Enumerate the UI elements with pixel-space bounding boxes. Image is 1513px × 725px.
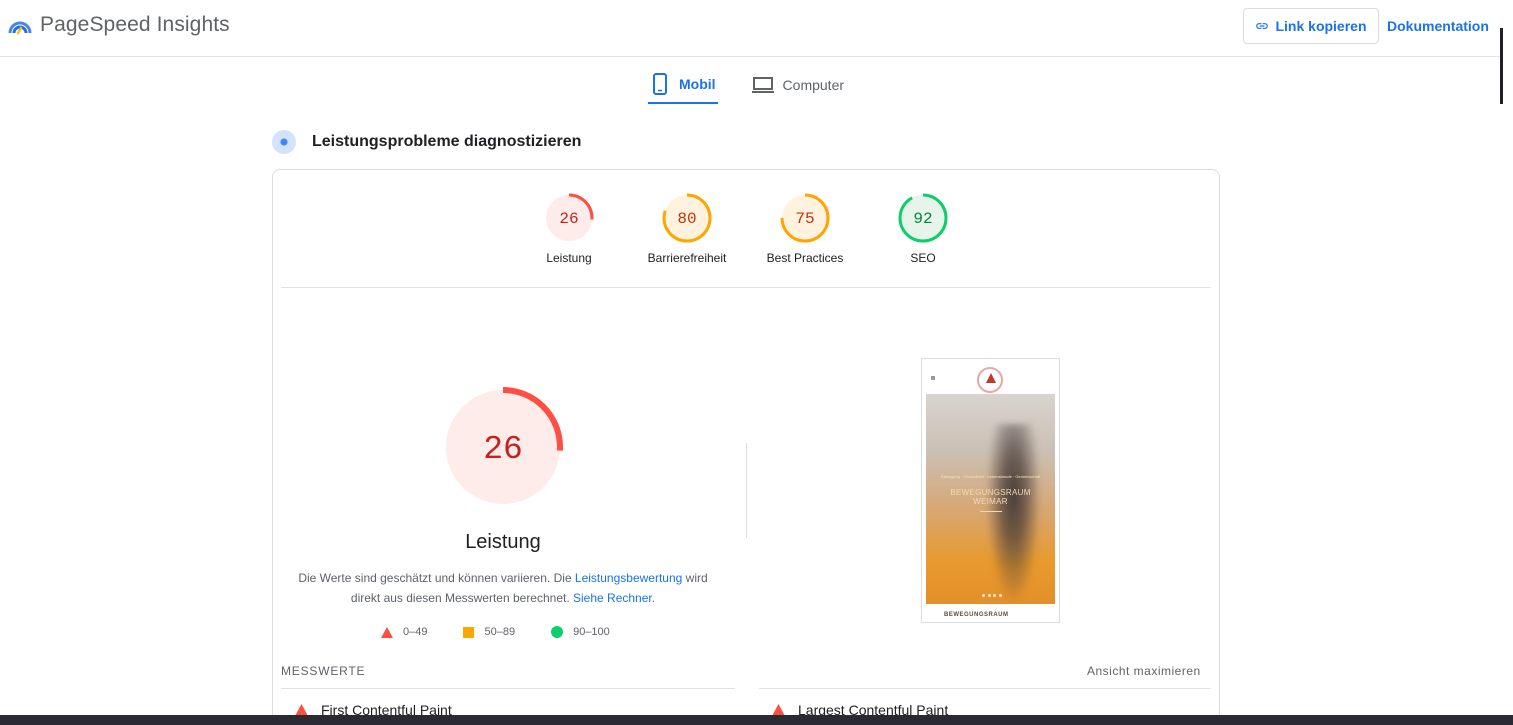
preview-heading: BEWEGUNGSRAUM WEIMAR <box>926 488 1055 506</box>
gauge-best-practices-label: Best Practices <box>766 251 844 265</box>
score-gauges: 26 Leistung 80 Barrierefreiheit 75 Best <box>273 170 1219 287</box>
preview-small-text: Bewegung · Gesundheit · Lebensfreude · G… <box>940 474 1041 479</box>
desc-text-1: Die Werte sind geschätzt und können vari… <box>298 571 575 585</box>
maximize-view-toggle[interactable]: Ansicht maximieren <box>1087 664 1201 678</box>
app-title: PageSpeed Insights <box>40 13 230 36</box>
metrics-divider-right <box>759 688 1211 689</box>
calculator-link[interactable]: Siehe Rechner <box>573 591 652 605</box>
device-tabs: Mobil Computer <box>648 66 878 106</box>
preview-heading-line2: WEIMAR <box>973 497 1008 506</box>
vertical-divider <box>746 443 747 538</box>
preview-underline <box>980 511 1002 512</box>
gauge-accessibility-ring: 80 <box>662 193 712 243</box>
gauge-best-practices-value: 75 <box>795 210 814 228</box>
score-legend: 0–49 50–89 90–100 <box>381 626 646 638</box>
smartphone-icon <box>653 73 667 95</box>
legend-average-range: 50–89 <box>484 626 516 638</box>
top-header: PageSpeed Insights Link kopieren Dokumen… <box>0 0 1500 57</box>
legend-good: 90–100 <box>551 626 610 638</box>
big-performance-title: Leistung <box>465 531 541 553</box>
green-circle-icon <box>551 626 564 638</box>
scrollbar-thumb[interactable] <box>1500 28 1503 104</box>
gauge-performance[interactable]: 26 Leistung <box>519 192 619 265</box>
gauge-performance-label: Leistung <box>546 251 592 265</box>
gauge-seo-value: 92 <box>913 210 932 228</box>
docs-link[interactable]: Dokumentation <box>1387 18 1489 34</box>
gauge-seo-label: SEO <box>910 251 936 265</box>
tab-desktop-label: Computer <box>782 77 845 93</box>
desc-text-3: . <box>651 591 656 605</box>
score-description: Die Werte sind geschätzt und können vari… <box>298 568 708 608</box>
gauge-accessibility-label: Barrierefreiheit <box>647 251 727 265</box>
report-card: 26 Leistung 80 Barrierefreiheit 75 Best <box>272 169 1220 725</box>
copy-link-label: Link kopieren <box>1275 18 1367 34</box>
legend-good-range: 90–100 <box>573 626 610 638</box>
metrics-section-label: MESSWERTE <box>281 664 366 678</box>
gauge-accessibility-value: 80 <box>677 210 696 228</box>
tab-desktop[interactable]: Computer <box>750 66 846 104</box>
diagnose-section-header: Leistungsprobleme diagnostizieren <box>272 130 581 154</box>
tab-mobile-label: Mobil <box>679 76 716 92</box>
preview-hero-image: Bewegung · Gesundheit · Lebensfreude · G… <box>926 394 1055 604</box>
metrics-divider-left <box>281 688 735 689</box>
orange-square-icon <box>463 626 475 638</box>
legend-average: 50–89 <box>463 626 515 638</box>
gauge-performance-ring: 26 <box>544 193 594 243</box>
preview-figure <box>986 424 1041 604</box>
preview-carousel-dots <box>982 594 1002 597</box>
gauge-seo[interactable]: 92 SEO <box>873 192 973 265</box>
preview-logo <box>977 367 1003 393</box>
tab-mobile[interactable]: Mobil <box>648 66 718 104</box>
laptop-icon <box>751 77 774 93</box>
scrollbar[interactable] <box>1500 0 1513 715</box>
preview-heading-line1: BEWEGUNGSRAUM <box>950 488 1031 497</box>
gauge-seo-ring: 92 <box>898 193 948 243</box>
preview-menu-icon <box>931 376 935 380</box>
big-performance-gauge: 26 <box>443 387 563 507</box>
big-performance-value: 26 <box>483 431 523 468</box>
app-logo[interactable]: PageSpeed Insights <box>8 13 230 37</box>
section-title: Leistungsprobleme diagnostizieren <box>312 133 582 150</box>
link-icon <box>1256 23 1269 29</box>
gauge-performance-value: 26 <box>559 210 578 228</box>
copy-link-button[interactable]: Link kopieren <box>1243 8 1379 44</box>
page-screenshot-preview: Bewegung · Gesundheit · Lebensfreude · G… <box>921 358 1060 623</box>
page: PageSpeed Insights Link kopieren Dokumen… <box>0 0 1513 725</box>
gauge-best-practices[interactable]: 75 Best Practices <box>755 192 855 265</box>
gauge-best-practices-ring: 75 <box>780 193 830 243</box>
os-taskbar <box>0 715 1513 725</box>
pagespeed-logo-icon <box>8 21 32 35</box>
gauge-accessibility[interactable]: 80 Barrierefreiheit <box>637 192 737 265</box>
score-calculation-link[interactable]: Leistungsbewertung <box>575 571 682 585</box>
red-triangle-icon <box>381 626 393 638</box>
diagnose-icon <box>272 130 296 154</box>
preview-bottom-text: BEWEGUNGSRAUM <box>944 612 1009 618</box>
legend-poor: 0–49 <box>381 626 427 638</box>
gauges-divider <box>281 287 1211 288</box>
legend-poor-range: 0–49 <box>403 626 428 638</box>
